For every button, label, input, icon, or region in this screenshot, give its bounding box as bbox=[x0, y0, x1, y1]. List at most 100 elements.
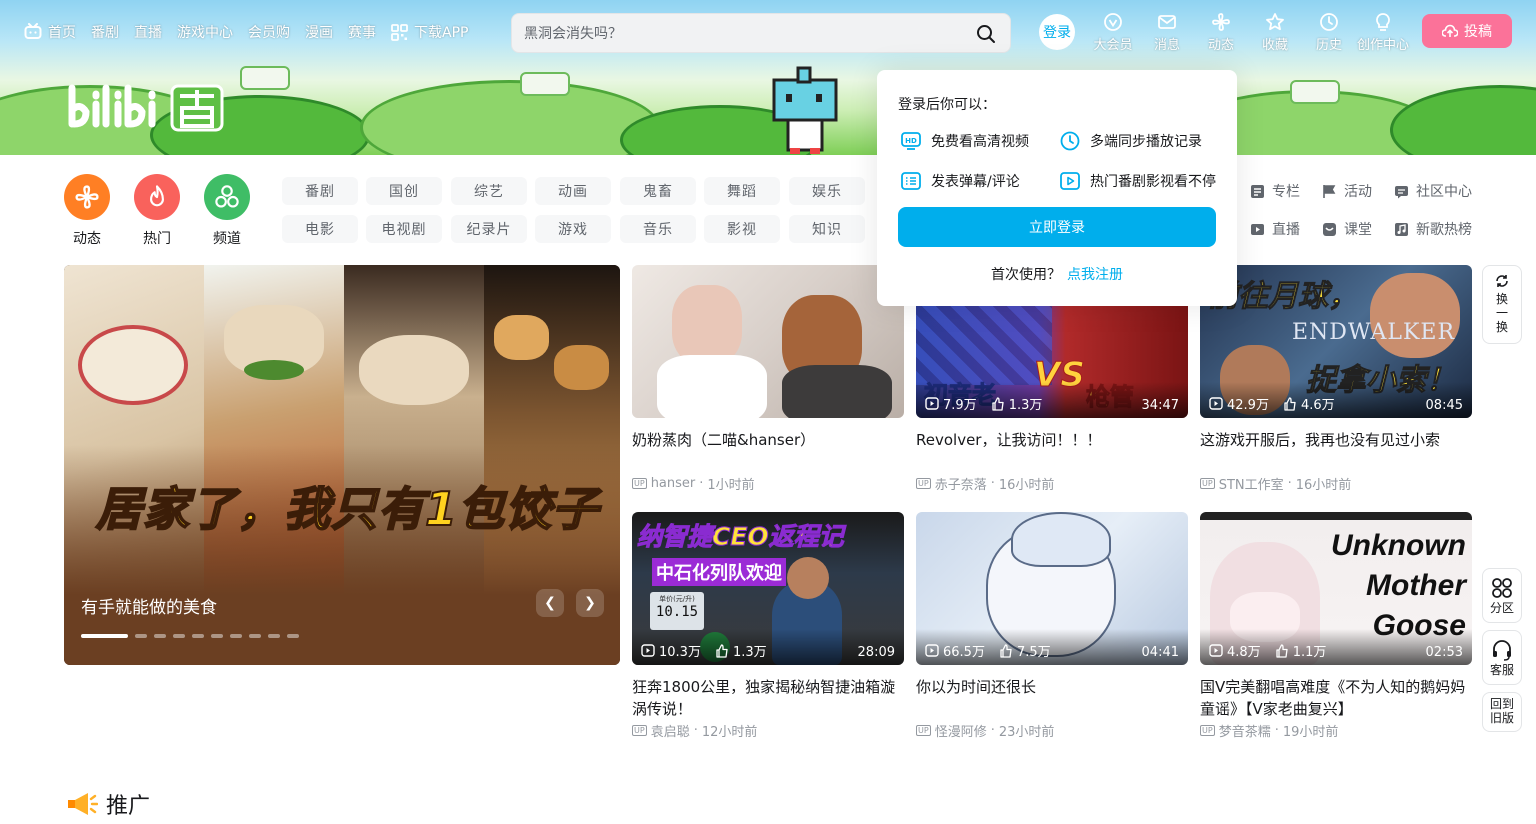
channel-channels-circle bbox=[204, 174, 250, 220]
carousel-caption[interactable]: 有手就能做的美食 bbox=[81, 593, 217, 618]
carousel-dot[interactable] bbox=[154, 634, 166, 638]
qrcode-icon bbox=[391, 23, 408, 41]
video-title[interactable]: 奶粉蒸肉（二喵&hanser） bbox=[632, 429, 904, 473]
tag-documentary[interactable]: 纪录片 bbox=[451, 215, 527, 243]
carousel-dot[interactable] bbox=[211, 634, 223, 638]
channel-hot[interactable]: 热门 bbox=[134, 174, 180, 247]
carousel-dot[interactable] bbox=[287, 634, 299, 638]
customer-service-button[interactable]: 客服 bbox=[1482, 630, 1522, 685]
zone-button[interactable]: 分区 bbox=[1482, 568, 1522, 623]
nav-vip[interactable]: 大会员 bbox=[1086, 12, 1140, 53]
music-icon bbox=[1395, 222, 1408, 236]
video-card[interactable]: 66.5万 7.5万 04:41 你以为时间还很长 UP 怪漫阿修 · 23小时前 bbox=[916, 512, 1188, 740]
video-title[interactable]: 这游戏开服后，我再也没有见过小索 bbox=[1200, 429, 1472, 473]
link-community[interactable]: 社区中心 bbox=[1394, 181, 1472, 201]
nav-esports[interactable]: 赛事 bbox=[348, 22, 376, 42]
old-version-button[interactable]: 回到旧版 bbox=[1482, 692, 1522, 732]
link-live[interactable]: 直播 bbox=[1250, 219, 1300, 239]
video-title[interactable]: 狂奔1800公里，独家揭秘纳智捷油箱漩涡传说！ bbox=[632, 676, 904, 720]
video-author[interactable]: 袁启聪 bbox=[651, 721, 690, 740]
video-time: 1小时前 bbox=[707, 478, 755, 493]
carousel-dot[interactable] bbox=[81, 634, 128, 638]
view-count-value: 42.9万 bbox=[1227, 398, 1269, 413]
popup-title: 登录后你可以： bbox=[898, 97, 996, 113]
video-title[interactable]: 你以为时间还很长 bbox=[916, 676, 1188, 720]
featured-carousel[interactable]: 居家了，我只有1包饺子 有手就能做的美食 ❮ ❯ bbox=[64, 265, 620, 665]
tag-animation[interactable]: 动画 bbox=[535, 177, 611, 205]
nav-creator-center[interactable]: 创作中心 bbox=[1356, 12, 1410, 53]
play-count-icon bbox=[641, 644, 655, 657]
tag-music[interactable]: 音乐 bbox=[620, 215, 696, 243]
login-now-button[interactable]: 立即登录 bbox=[898, 207, 1216, 247]
carousel-next-button[interactable]: ❯ bbox=[576, 589, 604, 617]
video-time: 16小时前 bbox=[1295, 478, 1352, 493]
video-thumbnail[interactable] bbox=[632, 265, 904, 418]
channel-dynamic[interactable]: 动态 bbox=[64, 174, 110, 247]
video-card[interactable]: 奶粉蒸肉（二喵&hanser） UP hanser · 1小时前 bbox=[632, 265, 904, 493]
video-thumbnail[interactable]: Unknown Mother Goose 4.8万 1.1万 02:53 bbox=[1200, 512, 1472, 665]
login-avatar-button[interactable]: 登录 bbox=[1039, 14, 1075, 50]
carousel-dot[interactable] bbox=[249, 634, 261, 638]
carousel-dot[interactable] bbox=[173, 634, 185, 638]
search-icon[interactable] bbox=[976, 24, 996, 44]
tag-knowledge[interactable]: 知识 bbox=[789, 215, 865, 243]
register-link[interactable]: 点我注册 bbox=[1067, 267, 1123, 283]
video-author[interactable]: 赤子奈落 bbox=[935, 474, 987, 493]
nav-dynamic[interactable]: 动态 bbox=[1194, 12, 1248, 53]
video-thumbnail[interactable]: 前往月球， ENDWALKER 捉拿小索！ 42.9万 4.6万 08:45 bbox=[1200, 265, 1472, 418]
link-activity[interactable]: 活动 bbox=[1322, 181, 1372, 201]
tag-dance[interactable]: 舞蹈 bbox=[704, 177, 780, 205]
grid-icon bbox=[1492, 578, 1512, 598]
channel-channels[interactable]: 频道 bbox=[204, 174, 250, 247]
upload-cloud-icon bbox=[1442, 24, 1458, 37]
nav-home[interactable]: 首页 bbox=[24, 22, 76, 42]
video-author[interactable]: hanser bbox=[651, 476, 696, 491]
video-title[interactable]: 国V完美翻唱高难度《不为人知的鹅妈妈童谣》【V家老曲复兴】 bbox=[1200, 676, 1472, 720]
video-thumbnail[interactable]: 纳智捷CEO返程记 中石化列队欢迎 单价(元/升) 10.15 10.3万 1.… bbox=[632, 512, 904, 665]
pinwheel-icon bbox=[1212, 13, 1230, 31]
carousel-dot[interactable] bbox=[135, 634, 147, 638]
nav-favorites[interactable]: 收藏 bbox=[1248, 12, 1302, 53]
thumb-title-art: Unknown Mother Goose bbox=[1318, 526, 1466, 646]
link-classroom[interactable]: 课堂 bbox=[1322, 219, 1372, 239]
tag-kichiku[interactable]: 鬼畜 bbox=[620, 177, 696, 205]
upload-button[interactable]: 投稿 bbox=[1422, 14, 1512, 48]
video-author[interactable]: 梦音茶糯 bbox=[1219, 721, 1271, 740]
chevron-left-icon: ❮ bbox=[544, 595, 556, 611]
tag-variety[interactable]: 综艺 bbox=[451, 177, 527, 205]
tag-game[interactable]: 游戏 bbox=[535, 215, 611, 243]
nav-manga[interactable]: 漫画 bbox=[305, 22, 333, 42]
carousel-dot[interactable] bbox=[230, 634, 242, 638]
tag-entertainment[interactable]: 娱乐 bbox=[789, 177, 865, 205]
video-thumbnail[interactable]: 66.5万 7.5万 04:41 bbox=[916, 512, 1188, 665]
video-card[interactable]: Unknown Mother Goose 4.8万 1.1万 02:53 国V完… bbox=[1200, 512, 1472, 740]
tag-guochuang[interactable]: 国创 bbox=[366, 177, 442, 205]
link-new-songs[interactable]: 新歌热榜 bbox=[1394, 219, 1472, 239]
nav-game-center[interactable]: 游戏中心 bbox=[177, 22, 233, 42]
nav-history[interactable]: 历史 bbox=[1302, 12, 1356, 53]
nav-messages[interactable]: 消息 bbox=[1140, 12, 1194, 53]
link-column[interactable]: 专栏 bbox=[1250, 181, 1300, 201]
like-count-value: 1.3万 bbox=[1008, 398, 1043, 413]
nav-member-shop[interactable]: 会员购 bbox=[248, 22, 290, 42]
carousel-dot[interactable] bbox=[268, 634, 280, 638]
danmaku-icon bbox=[901, 172, 921, 190]
video-author[interactable]: 怪漫阿修 bbox=[935, 721, 987, 740]
video-author[interactable]: STN工作室 bbox=[1219, 474, 1284, 493]
link-live-label: 直播 bbox=[1272, 222, 1300, 238]
tag-film[interactable]: 影视 bbox=[704, 215, 780, 243]
tag-tv[interactable]: 电视剧 bbox=[366, 215, 442, 243]
tag-movie[interactable]: 电影 bbox=[282, 215, 358, 243]
nav-live[interactable]: 直播 bbox=[134, 22, 162, 42]
video-title[interactable]: Revolver，让我访问！！！ bbox=[916, 429, 1188, 473]
tag-bangumi[interactable]: 番剧 bbox=[282, 177, 358, 205]
video-card[interactable]: 前往月球， ENDWALKER 捉拿小索！ 42.9万 4.6万 08:45 这… bbox=[1200, 265, 1472, 493]
nav-download-app[interactable]: 下载APP bbox=[391, 22, 468, 42]
nav-bangumi[interactable]: 番剧 bbox=[91, 22, 119, 42]
carousel-prev-button[interactable]: ❮ bbox=[536, 589, 564, 617]
view-count-value: 7.9万 bbox=[943, 398, 977, 413]
refresh-button[interactable]: 换一换 bbox=[1482, 265, 1522, 344]
video-card[interactable]: 纳智捷CEO返程记 中石化列队欢迎 单价(元/升) 10.15 10.3万 1.… bbox=[632, 512, 904, 740]
carousel-dot[interactable] bbox=[192, 634, 204, 638]
search-input[interactable] bbox=[524, 22, 964, 44]
